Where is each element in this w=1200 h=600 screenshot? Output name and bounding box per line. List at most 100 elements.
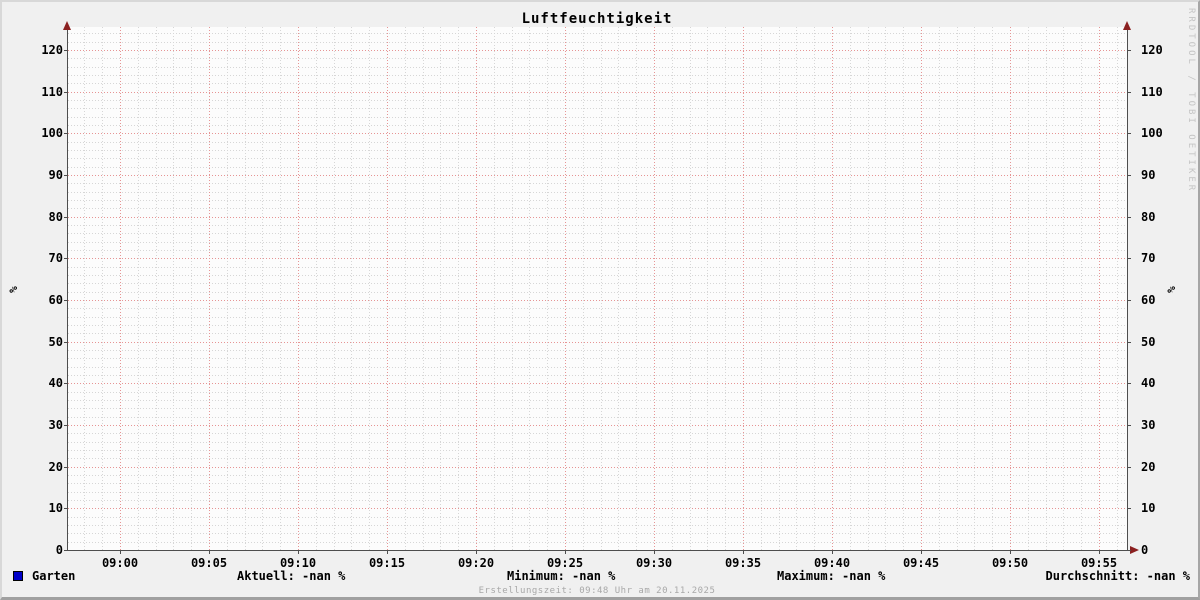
y-tick-label-right: 0 bbox=[1141, 543, 1149, 557]
x-tick bbox=[120, 551, 121, 554]
gridline-minor-v bbox=[351, 27, 353, 550]
gridline-major-h bbox=[68, 508, 1127, 510]
y-tick-label-left: 80 bbox=[48, 209, 63, 224]
gridline-minor-v bbox=[885, 27, 887, 550]
gridline-minor-v bbox=[760, 27, 762, 550]
y-tick-label-right: 90 bbox=[1141, 168, 1156, 182]
y-tick-label-left: 100 bbox=[41, 126, 63, 141]
gridline-major-v bbox=[120, 27, 121, 550]
gridline-major-v bbox=[387, 27, 388, 550]
y-tick-label-right: 80 bbox=[1141, 209, 1156, 224]
gridline-minor-v bbox=[315, 27, 317, 550]
y-tick-left bbox=[64, 175, 67, 176]
gridline-minor-v bbox=[547, 27, 549, 550]
y-tick-label-right: 60 bbox=[1141, 293, 1156, 307]
legend: Garten Aktuell: -nan % Minimum: -nan % M… bbox=[2, 569, 1198, 584]
gridline-minor-v bbox=[796, 27, 798, 550]
x-tick-label: 09:35 bbox=[724, 556, 762, 570]
y-tick-left bbox=[64, 300, 67, 301]
x-tick-label: 09:05 bbox=[190, 556, 228, 570]
gridline-minor-v bbox=[137, 27, 139, 550]
y-tick-label-left: 30 bbox=[48, 418, 63, 432]
y-tick-right bbox=[1128, 425, 1131, 426]
gridline-minor-v bbox=[618, 27, 620, 550]
gridline-minor-v bbox=[102, 27, 104, 550]
y-tick-right bbox=[1128, 508, 1131, 510]
gridline-minor-v bbox=[191, 27, 193, 550]
gridline-major-v bbox=[832, 27, 833, 550]
y-tick-left bbox=[64, 550, 67, 551]
gridline-minor-v bbox=[529, 27, 531, 550]
gridline-minor-v bbox=[689, 27, 691, 550]
y-tick-label-right: 120 bbox=[1141, 43, 1163, 57]
y-tick-label-right: 30 bbox=[1141, 418, 1156, 432]
gridline-minor-v bbox=[369, 27, 371, 550]
gridline-minor-v bbox=[814, 27, 816, 550]
y-tick-left bbox=[64, 508, 67, 510]
gridline-minor-v bbox=[1116, 27, 1118, 550]
rrdtool-watermark: RRDTOOL / TOBI OETIKER bbox=[1186, 8, 1196, 194]
gridline-major-h bbox=[68, 133, 1127, 135]
x-tick bbox=[298, 551, 299, 554]
y-tick-left bbox=[64, 91, 67, 93]
x-tick-label: 09:00 bbox=[101, 556, 139, 570]
gridline-minor-v bbox=[1081, 27, 1083, 550]
gridline-minor-v bbox=[636, 27, 638, 550]
gridline-minor-v bbox=[404, 27, 406, 550]
y-tick-right bbox=[1128, 50, 1131, 51]
y-tick-right bbox=[1128, 300, 1131, 301]
gridline-major-v bbox=[1010, 27, 1011, 550]
chart-title: Luftfeuchtigkeit bbox=[521, 11, 673, 27]
y-tick-label-left: 90 bbox=[48, 168, 63, 182]
y-tick-label-left: 70 bbox=[48, 251, 63, 266]
x-tick-label: 09:40 bbox=[813, 556, 851, 570]
x-tick bbox=[832, 551, 833, 554]
y-tick-label-right: 100 bbox=[1141, 126, 1163, 141]
gridline-major-h bbox=[68, 383, 1127, 385]
y-tick-right bbox=[1128, 550, 1131, 551]
gridline-minor-v bbox=[84, 27, 86, 550]
gridline-minor-v bbox=[1027, 27, 1029, 550]
y-tick-label-right: 10 bbox=[1141, 501, 1156, 516]
gridline-major-v bbox=[654, 27, 655, 550]
gridline-major-v bbox=[476, 27, 477, 550]
gridline-minor-v bbox=[244, 27, 246, 550]
gridline-major-h bbox=[68, 466, 1127, 468]
y-axis-unit-right: % bbox=[1164, 286, 1178, 293]
gridline-minor-v bbox=[956, 27, 958, 550]
x-tick bbox=[565, 551, 566, 554]
y-tick-left bbox=[64, 216, 67, 218]
gridline-major-v bbox=[1099, 27, 1100, 550]
y-tick-label-left: 50 bbox=[48, 334, 63, 349]
gridline-minor-v bbox=[333, 27, 335, 550]
y-tick-right bbox=[1128, 258, 1131, 260]
gridline-minor-v bbox=[903, 27, 905, 550]
stat-aktuell: Aktuell: -nan % bbox=[237, 569, 346, 583]
y-tick-label-right: 40 bbox=[1141, 376, 1156, 391]
x-tick-label: 09:10 bbox=[279, 556, 317, 570]
y-tick-label-right: 70 bbox=[1141, 251, 1156, 266]
y-tick-left bbox=[64, 133, 67, 135]
y-tick-right bbox=[1128, 175, 1131, 176]
gridline-minor-v bbox=[849, 27, 851, 550]
y-tick-left bbox=[64, 383, 67, 385]
stat-minimum: Minimum: -nan % bbox=[507, 569, 616, 583]
gridline-minor-v bbox=[262, 27, 264, 550]
stat-durchschnitt: Durchschnitt: -nan % bbox=[1045, 569, 1191, 583]
x-tick-label: 09:15 bbox=[368, 556, 406, 570]
y-tick-left bbox=[64, 50, 67, 51]
gridline-major-v bbox=[565, 27, 566, 550]
gridline-minor-v bbox=[280, 27, 282, 550]
y-tick-right bbox=[1128, 466, 1131, 468]
gridline-minor-v bbox=[600, 27, 602, 550]
gridline-minor-v bbox=[226, 27, 228, 550]
gridline-minor-v bbox=[778, 27, 780, 550]
x-tick-label: 09:20 bbox=[457, 556, 495, 570]
gridline-minor-v bbox=[511, 27, 513, 550]
y-tick-right bbox=[1128, 216, 1131, 218]
x-tick bbox=[1099, 551, 1100, 554]
y-tick-right bbox=[1128, 383, 1131, 385]
gridline-major-v bbox=[921, 27, 922, 550]
gridline-minor-v bbox=[582, 27, 584, 550]
x-tick bbox=[387, 551, 388, 554]
